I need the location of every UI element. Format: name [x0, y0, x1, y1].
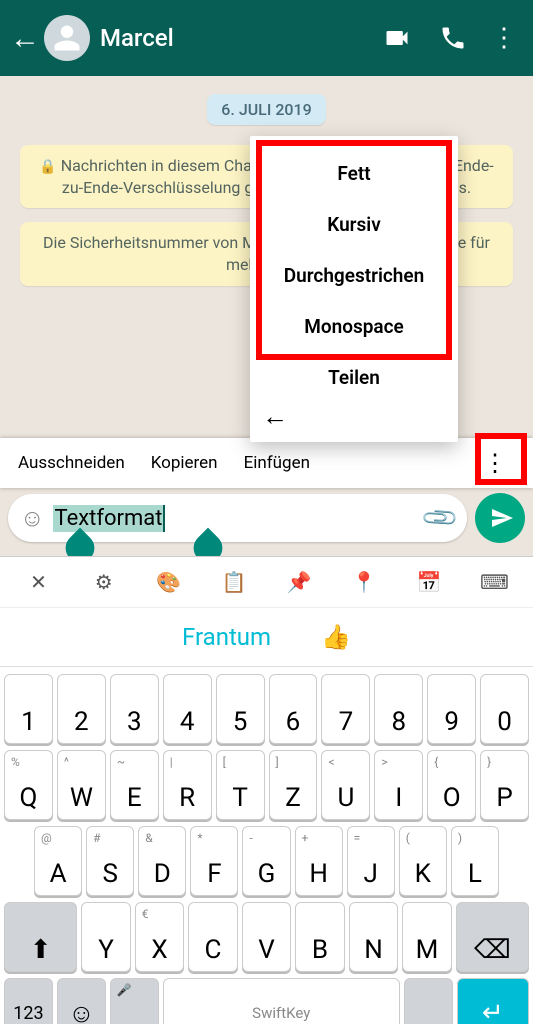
kb-key-d[interactable]: D& [138, 826, 186, 896]
kb-period-key[interactable]: . [404, 978, 453, 1024]
kb-key-l[interactable]: L) [451, 826, 499, 896]
chat-header: ← Marcel ⋮ [0, 0, 533, 76]
kb-key-u[interactable]: U< [321, 750, 370, 820]
kb-comma-key[interactable]: ,🎤 [110, 978, 159, 1024]
kb-shift-key[interactable]: ⬆ [4, 902, 77, 972]
kb-layout-icon[interactable]: ⌨ [462, 570, 527, 594]
kb-key-7[interactable]: 7 [321, 674, 370, 744]
kb-key-m[interactable]: M [402, 902, 452, 972]
format-strike[interactable]: Durchgestrichen [262, 250, 446, 301]
kb-key-j[interactable]: J= [347, 826, 395, 896]
person-icon [52, 23, 82, 53]
kb-key-v[interactable]: V [242, 902, 292, 972]
send-icon [490, 506, 514, 530]
kb-emoji-suggestion[interactable]: 👍 [321, 623, 351, 651]
paste-action[interactable]: Einfügen [244, 453, 310, 473]
kb-suggestion[interactable]: Frantum [182, 623, 271, 651]
kb-key-3[interactable]: 3 [110, 674, 159, 744]
kb-key-6[interactable]: 6 [269, 674, 318, 744]
kb-location-icon[interactable]: 📍 [332, 570, 397, 594]
kb-toolbar: ✕ ⚙ 🎨 📋 📌 📍 📅 ⌨ [0, 557, 533, 607]
kb-row-1: Q%W^E~R|T[Z]U<I>O{P} [2, 747, 531, 823]
phone-call-icon[interactable] [439, 24, 467, 52]
kb-pin-icon[interactable]: 📌 [267, 570, 332, 594]
kb-key-n[interactable]: N [349, 902, 399, 972]
video-call-icon[interactable] [383, 24, 411, 52]
kb-key-1[interactable]: 1 [4, 674, 53, 744]
kb-key-t[interactable]: T[ [216, 750, 265, 820]
kb-key-b[interactable]: B [295, 902, 345, 972]
kb-key-p[interactable]: P} [480, 750, 529, 820]
kb-key-g[interactable]: G- [242, 826, 290, 896]
kb-enter-key[interactable]: ↵ [457, 978, 529, 1024]
kb-key-e[interactable]: E~ [110, 750, 159, 820]
kb-key-f[interactable]: F* [190, 826, 238, 896]
kb-key-h[interactable]: H+ [295, 826, 343, 896]
format-mono[interactable]: Monospace [262, 301, 446, 352]
kb-close-icon[interactable]: ✕ [6, 570, 71, 594]
kb-calendar-icon[interactable]: 📅 [397, 570, 462, 594]
format-menu-popup: Fett Kursiv Durchgestrichen Monospace Te… [250, 136, 458, 442]
date-pill: 6. JULI 2019 [207, 94, 325, 125]
attach-icon[interactable]: 📎 [420, 498, 461, 539]
emoji-picker-icon[interactable]: ☺ [20, 504, 45, 533]
selection-toolbar: Ausschneiden Kopieren Einfügen ⋮ [0, 438, 533, 488]
kb-clipboard-icon[interactable]: 📋 [201, 570, 266, 594]
kb-key-9[interactable]: 9 [427, 674, 476, 744]
kb-key-8[interactable]: 8 [374, 674, 423, 744]
kb-key-r[interactable]: R| [163, 750, 212, 820]
kb-key-4[interactable]: 4 [163, 674, 212, 744]
kb-suggestion-bar: Frantum 👍 [0, 607, 533, 667]
kb-key-z[interactable]: Z] [269, 750, 318, 820]
kb-key-w[interactable]: W^ [57, 750, 106, 820]
kb-key-a[interactable]: A@ [34, 826, 82, 896]
contact-name[interactable]: Marcel [100, 24, 369, 52]
format-italic[interactable]: Kursiv [262, 199, 446, 250]
format-share[interactable]: Teilen [250, 362, 458, 391]
kb-row-numbers: 1234567890 [2, 671, 531, 747]
popup-back-icon[interactable]: ← [250, 391, 458, 438]
kb-theme-icon[interactable]: 🎨 [136, 570, 201, 594]
message-text-selected[interactable]: Textformat [53, 505, 165, 532]
kb-key-o[interactable]: O{ [427, 750, 476, 820]
keyboard: ✕ ⚙ 🎨 📋 📌 📍 📅 ⌨ Frantum 👍 1234567890 Q%W… [0, 556, 533, 1024]
kb-emoji-key[interactable]: ☺ [57, 978, 106, 1024]
copy-action[interactable]: Kopieren [151, 453, 218, 473]
avatar[interactable] [44, 15, 90, 61]
kb-key-i[interactable]: I> [374, 750, 423, 820]
kb-space-key[interactable]: SwiftKey [163, 978, 400, 1024]
lock-icon: 🔒 [39, 159, 56, 175]
highlight-box-2 [475, 433, 527, 485]
kb-key-x[interactable]: X€ [135, 902, 185, 972]
kb-key-k[interactable]: K( [399, 826, 447, 896]
kb-key-5[interactable]: 5 [216, 674, 265, 744]
format-bold[interactable]: Fett [262, 148, 446, 199]
kb-row-4: 123 ☺ ,🎤 SwiftKey . ↵ [2, 975, 531, 1024]
kb-key-y[interactable]: Y [81, 902, 131, 972]
kb-key-0[interactable]: 0 [480, 674, 529, 744]
cut-action[interactable]: Ausschneiden [18, 453, 125, 473]
kb-row-2: A@S#D&F*G-H+J=K(L) [2, 823, 531, 899]
kb-key-c[interactable]: C [188, 902, 238, 972]
mic-icon: 🎤 [117, 983, 132, 997]
kb-key-q[interactable]: Q% [4, 750, 53, 820]
back-arrow-icon[interactable]: ← [10, 21, 40, 56]
kb-key-2[interactable]: 2 [57, 674, 106, 744]
kb-settings-icon[interactable]: ⚙ [71, 570, 136, 594]
kb-123-key[interactable]: 123 [4, 978, 53, 1024]
send-button[interactable] [475, 493, 525, 543]
kb-key-s[interactable]: S# [86, 826, 134, 896]
highlight-box: Fett Kursiv Durchgestrichen Monospace [256, 140, 452, 360]
kb-backspace-key[interactable]: ⌫ [456, 902, 529, 972]
kb-row-3: ⬆ YX€CVBNM ⌫ [2, 899, 531, 975]
more-options-icon[interactable]: ⋮ [491, 23, 517, 53]
